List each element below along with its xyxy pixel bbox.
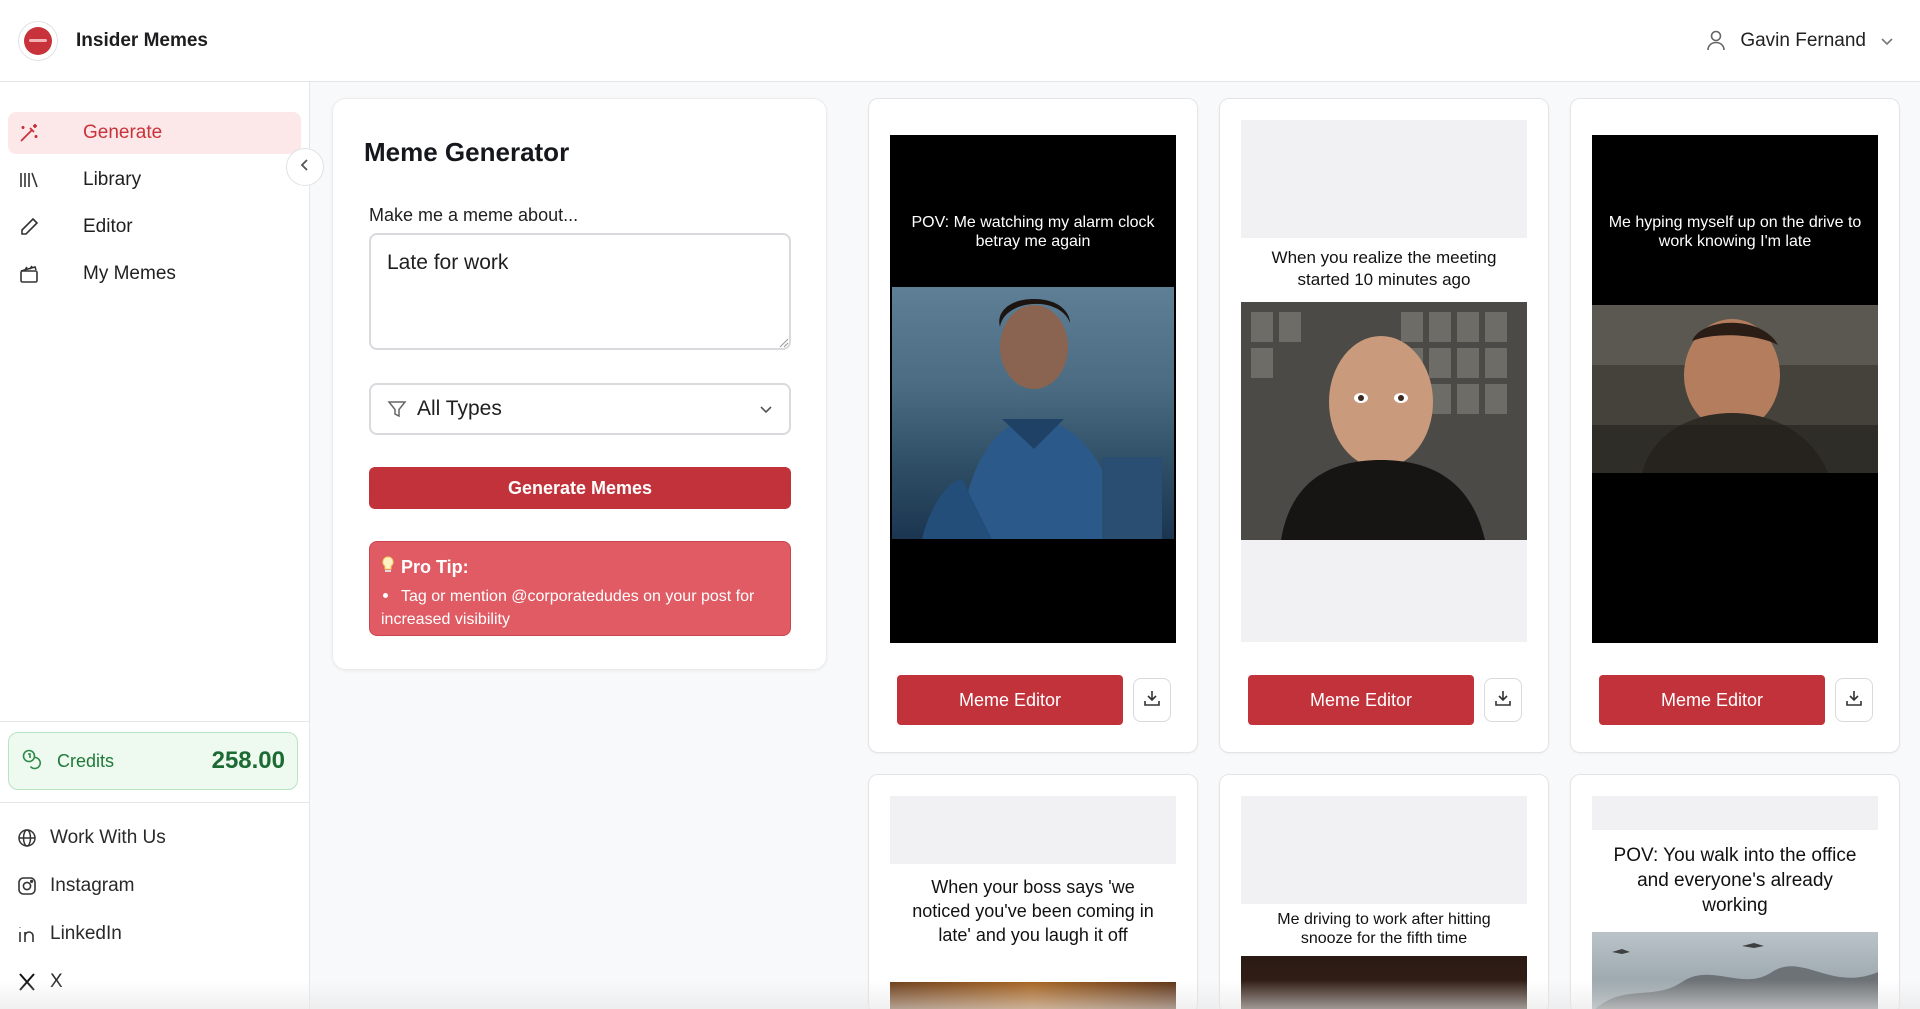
tip-text: Tag or mention @corporatedudes on your p… xyxy=(381,588,755,628)
user-menu[interactable]: Gavin Fernand xyxy=(1706,30,1894,52)
page-title: Meme Generator xyxy=(364,137,570,167)
sidebar-item-label: Library xyxy=(83,169,142,190)
library-icon xyxy=(18,169,40,191)
link-x[interactable]: X xyxy=(0,958,310,1006)
meme-caption-bg xyxy=(890,796,1176,864)
sidebar-divider xyxy=(0,802,310,803)
sidebar-item-label: Generate xyxy=(83,122,163,143)
link-label: LinkedIn xyxy=(50,923,122,944)
meme-caption: POV: Me watching my alarm clock betray m… xyxy=(911,214,1155,250)
sidebar-item-editor[interactable]: Editor xyxy=(8,206,301,248)
x-logo-icon xyxy=(16,971,38,993)
credits-amount: 258.00 xyxy=(211,747,285,774)
download-icon xyxy=(1143,689,1161,712)
link-linkedin[interactable]: LinkedIn xyxy=(0,910,310,958)
instagram-icon xyxy=(16,875,38,897)
sidebar-item-my-memes[interactable]: My Memes xyxy=(8,253,301,295)
sidebar-links: Work With Us Instagram LinkedIn X xyxy=(0,814,310,1006)
filter-icon xyxy=(387,399,407,419)
meme-card: When your boss says 'we noticed you've b… xyxy=(868,774,1198,1009)
clapperboard-icon xyxy=(18,263,40,285)
meme-card: POV: You walk into the office and everyo… xyxy=(1570,774,1900,1009)
download-button[interactable] xyxy=(1835,678,1873,722)
magic-wand-icon xyxy=(18,122,40,144)
user-name: Gavin Fernand xyxy=(1740,29,1866,51)
meme-image xyxy=(1592,305,1878,473)
app-logo xyxy=(18,20,58,61)
meme-editor-button[interactable]: Meme Editor xyxy=(897,675,1123,725)
meme-caption: POV: You walk into the office and everyo… xyxy=(1613,845,1857,916)
sidebar-nav: Generate Library Editor My Memes xyxy=(0,82,309,295)
sidebar-item-library[interactable]: Library xyxy=(8,159,301,201)
brand[interactable]: Insider Memes xyxy=(18,20,208,61)
prompt-label: Make me a meme about... xyxy=(369,205,579,225)
type-filter-value: All Types xyxy=(417,397,502,420)
download-icon xyxy=(1494,689,1512,712)
download-icon xyxy=(1845,689,1863,712)
chevron-left-icon xyxy=(300,158,310,177)
meme-caption-bg xyxy=(1241,796,1527,904)
meme-image[interactable] xyxy=(890,982,1176,1009)
meme-caption: When you realize the meeting started 10 … xyxy=(1271,248,1497,289)
meme-image xyxy=(892,287,1174,539)
meme-caption: Me hyping myself up on the drive to work… xyxy=(1608,214,1862,250)
link-work-with-us[interactable]: Work With Us xyxy=(0,814,310,862)
user-icon xyxy=(1706,30,1726,52)
collapse-sidebar-button[interactable] xyxy=(286,148,324,186)
meme-card: When you realize the meeting started 10 … xyxy=(1219,98,1549,753)
resize-grip-icon[interactable] xyxy=(779,338,789,348)
meme-generator-panel: Meme Generator Make me a meme about... L… xyxy=(332,98,827,670)
sidebar-item-label: My Memes xyxy=(83,263,176,284)
sidebar-item-label: Editor xyxy=(83,216,133,237)
meme-caption: When your boss says 'we noticed you've b… xyxy=(912,877,1154,945)
app-title: Insider Memes xyxy=(76,29,208,51)
meme-preview[interactable]: Me hyping myself up on the drive to work… xyxy=(1592,135,1878,643)
meme-editor-button[interactable]: Meme Editor xyxy=(1599,675,1825,725)
pencil-icon xyxy=(18,216,40,238)
chevron-down-icon xyxy=(759,404,773,414)
link-instagram[interactable]: Instagram xyxy=(0,862,310,910)
generate-memes-button[interactable]: Generate Memes xyxy=(369,467,791,509)
coins-icon xyxy=(21,748,43,775)
pro-tip-box: Pro Tip: Tag or mention @corporatedudes … xyxy=(369,541,791,636)
linkedin-icon xyxy=(16,923,38,945)
meme-image[interactable] xyxy=(1241,302,1527,540)
link-label: Work With Us xyxy=(50,827,166,848)
credits-panel: Credits 258.00 xyxy=(8,732,298,790)
download-button[interactable] xyxy=(1133,678,1171,722)
meme-image[interactable] xyxy=(1592,932,1878,1009)
prompt-input[interactable]: Late for work xyxy=(369,233,791,350)
sidebar-item-generate[interactable]: Generate xyxy=(8,112,301,154)
meme-card: Me driving to work after hitting snooze … xyxy=(1219,774,1549,1009)
meme-image[interactable] xyxy=(1241,956,1527,1009)
meme-caption-bg xyxy=(1241,120,1527,238)
credits-label: Credits xyxy=(57,750,115,771)
link-label: Instagram xyxy=(50,875,135,896)
lightbulb-icon xyxy=(381,556,395,579)
meme-editor-button[interactable]: Meme Editor xyxy=(1248,675,1474,725)
type-filter-select[interactable]: All Types xyxy=(369,383,791,435)
globe-icon xyxy=(16,827,38,849)
sidebar-divider xyxy=(0,721,310,722)
sidebar: Generate Library Editor My Memes Credits… xyxy=(0,82,310,1009)
meme-caption-bg xyxy=(1592,796,1878,830)
download-button[interactable] xyxy=(1484,678,1522,722)
meme-caption: Me driving to work after hitting snooze … xyxy=(1277,911,1491,947)
meme-card: POV: Me watching my alarm clock betray m… xyxy=(868,98,1198,753)
meme-preview[interactable]: POV: Me watching my alarm clock betray m… xyxy=(890,135,1176,643)
meme-bottom-bg xyxy=(1241,540,1527,642)
tip-title: Pro Tip: xyxy=(401,557,469,577)
chevron-down-icon xyxy=(1880,36,1894,46)
meme-card: Me hyping myself up on the drive to work… xyxy=(1570,98,1900,753)
top-header: Insider Memes Gavin Fernand xyxy=(0,0,1920,82)
link-label: X xyxy=(50,971,63,992)
